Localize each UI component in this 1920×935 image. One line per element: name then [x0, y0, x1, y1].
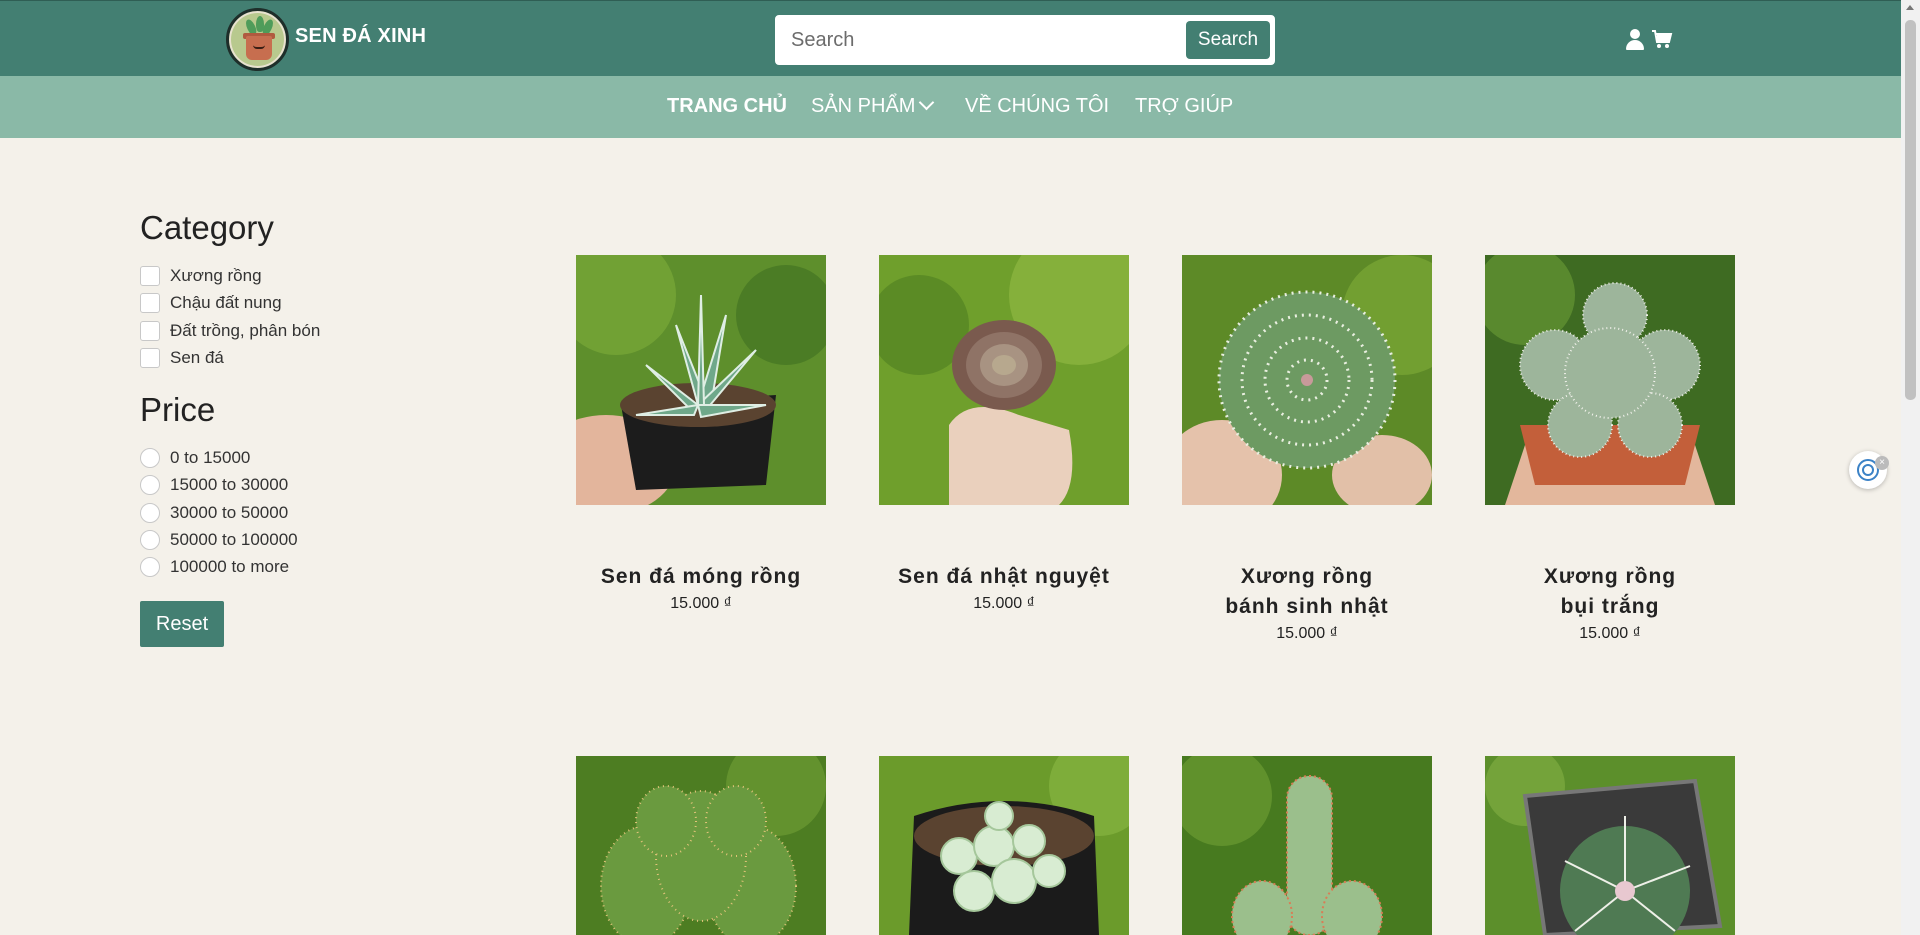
search-button[interactable]: Search — [1186, 21, 1270, 59]
product-image-echeveria[interactable] — [879, 255, 1129, 505]
nav-item-san-pham[interactable]: SẢN PHẨM — [811, 94, 935, 118]
price-option[interactable]: 50000 to 100000 — [140, 529, 298, 551]
product-price: 15.000 ₫ — [973, 595, 1035, 612]
page-scrollbar[interactable] — [1901, 0, 1920, 935]
checkbox[interactable] — [140, 321, 160, 341]
cactus-pot-logo-icon[interactable] — [226, 8, 289, 71]
price-option[interactable]: 15000 to 30000 — [140, 474, 288, 496]
checkbox[interactable] — [140, 266, 160, 286]
product-price: 15.000 ₫ — [670, 595, 732, 612]
product-image-pearl-cactus[interactable] — [879, 756, 1129, 935]
price-option[interactable]: 0 to 15000 — [140, 447, 250, 469]
radio[interactable] — [140, 530, 160, 550]
product-image-cluster-cactus[interactable] — [1485, 255, 1735, 505]
cart-icon[interactable] — [1651, 28, 1673, 50]
product-image-star-cactus[interactable] — [1485, 756, 1735, 935]
close-icon[interactable]: × — [1875, 456, 1889, 470]
brand-name[interactable]: SEN ĐÁ XINH — [295, 25, 426, 48]
reset-button[interactable]: Reset — [140, 601, 224, 647]
chevron-down-icon — [919, 94, 935, 111]
radio[interactable] — [140, 503, 160, 523]
price-option[interactable]: 100000 to more — [140, 556, 289, 578]
price-title: Price — [140, 391, 216, 428]
category-option[interactable]: Sen đá — [140, 347, 224, 369]
product-price: 15.000 ₫ — [1579, 625, 1641, 642]
product-name[interactable]: Sen đá nhật nguyệt — [879, 562, 1129, 592]
radio[interactable] — [140, 448, 160, 468]
checkbox[interactable] — [140, 293, 160, 313]
category-option[interactable]: Đất trồng, phân bón — [140, 320, 320, 342]
scroll-up-icon[interactable] — [1906, 5, 1914, 10]
category-option[interactable]: Xương rồng — [140, 265, 262, 287]
main-nav: TRANG CHỦ SẢN PHẨM VỀ CHÚNG TÔI TRỢ GIÚP — [0, 76, 1901, 138]
user-icon[interactable] — [1625, 29, 1645, 51]
search-input[interactable] — [777, 17, 1187, 63]
nav-item-trang-chu[interactable]: TRANG CHỦ — [667, 95, 787, 118]
top-header: SEN ĐÁ XINH Search — [0, 0, 1901, 76]
checkbox[interactable] — [140, 348, 160, 368]
price-option[interactable]: 30000 to 50000 — [140, 502, 288, 524]
product-name[interactable]: Sen đá móng rồng — [576, 562, 826, 592]
category-option[interactable]: Chậu đất nung — [140, 292, 282, 314]
product-name[interactable]: Xương rồng bánh sinh nhật — [1182, 562, 1432, 622]
radio[interactable] — [140, 557, 160, 577]
nav-item-tro-giup[interactable]: TRỢ GIÚP — [1135, 95, 1233, 118]
product-image-golden-cactus[interactable] — [576, 756, 826, 935]
nav-item-ve-chung-toi[interactable]: VỀ CHÚNG TÔI — [965, 95, 1109, 118]
product-image-red-spine-cactus[interactable] — [1182, 756, 1432, 935]
product-price: 15.000 ₫ — [1276, 625, 1338, 642]
radio[interactable] — [140, 475, 160, 495]
search-bar: Search — [775, 15, 1275, 65]
product-image-round-cactus[interactable] — [1182, 255, 1432, 505]
product-image-haworthia[interactable] — [576, 255, 826, 505]
product-name[interactable]: Xương rồng bụi trắng — [1485, 562, 1735, 622]
scrollbar-thumb[interactable] — [1905, 20, 1916, 400]
category-title: Category — [140, 209, 274, 246]
